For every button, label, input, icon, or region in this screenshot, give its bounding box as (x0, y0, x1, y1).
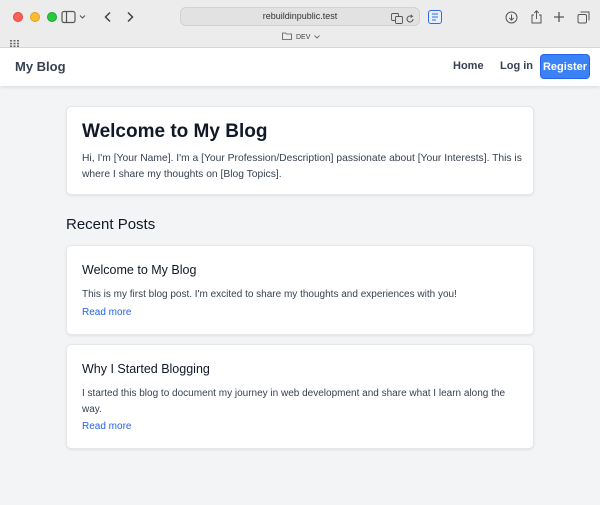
welcome-card: Welcome to My Blog Hi, I'm [Your Name]. … (66, 106, 534, 195)
post-excerpt: This is my first blog post. I'm excited … (82, 289, 457, 300)
reload-icon[interactable] (405, 11, 415, 29)
sidebar-toggle-icon[interactable] (61, 9, 87, 25)
address-text: rebuildinpublic.test (262, 11, 338, 21)
nav-login-link[interactable]: Log in (500, 60, 533, 72)
zoom-window-button[interactable] (47, 12, 57, 22)
post-card: Why I Started Blogging I started this bl… (66, 344, 534, 449)
post-excerpt: I started this blog to document my journ… (82, 388, 506, 415)
page-title: Welcome to My Blog (82, 121, 268, 142)
browser-toolbar: rebuildinpublic.test DEV (0, 0, 600, 48)
tab-group-selector[interactable]: DEV (282, 32, 321, 42)
close-window-button[interactable] (13, 12, 23, 22)
post-title: Welcome to My Blog (82, 263, 197, 277)
nav-home-link[interactable]: Home (453, 60, 484, 72)
share-icon[interactable] (528, 9, 544, 25)
tab-overview-icon[interactable] (575, 9, 591, 25)
window-controls (13, 12, 57, 22)
brand-logo-link[interactable]: My Blog (15, 59, 66, 74)
back-icon[interactable] (100, 9, 116, 25)
chevron-down-icon (314, 34, 321, 41)
post-card: Welcome to My Blog This is my first blog… (66, 245, 534, 335)
address-bar[interactable]: rebuildinpublic.test (180, 7, 420, 26)
recent-posts-heading: Recent Posts (66, 216, 156, 233)
read-more-link[interactable]: Read more (82, 421, 131, 432)
tab-bar: DEV (0, 31, 600, 47)
intro-text: Hi, I'm [Your Name]. I'm a [Your Profess… (82, 153, 522, 180)
reader-extension-icon[interactable] (427, 9, 443, 25)
read-more-link[interactable]: Read more (82, 307, 131, 318)
minimize-window-button[interactable] (30, 12, 40, 22)
site-navbar: My Blog Home Log in Register (0, 48, 600, 86)
tab-group-label: DEV (296, 33, 311, 41)
new-tab-icon[interactable] (551, 9, 567, 25)
folder-icon (282, 32, 292, 42)
post-title: Why I Started Blogging (82, 362, 210, 376)
register-button[interactable]: Register (540, 54, 590, 79)
translate-icon[interactable] (391, 11, 403, 29)
downloads-icon[interactable] (503, 9, 519, 25)
forward-icon[interactable] (122, 9, 138, 25)
